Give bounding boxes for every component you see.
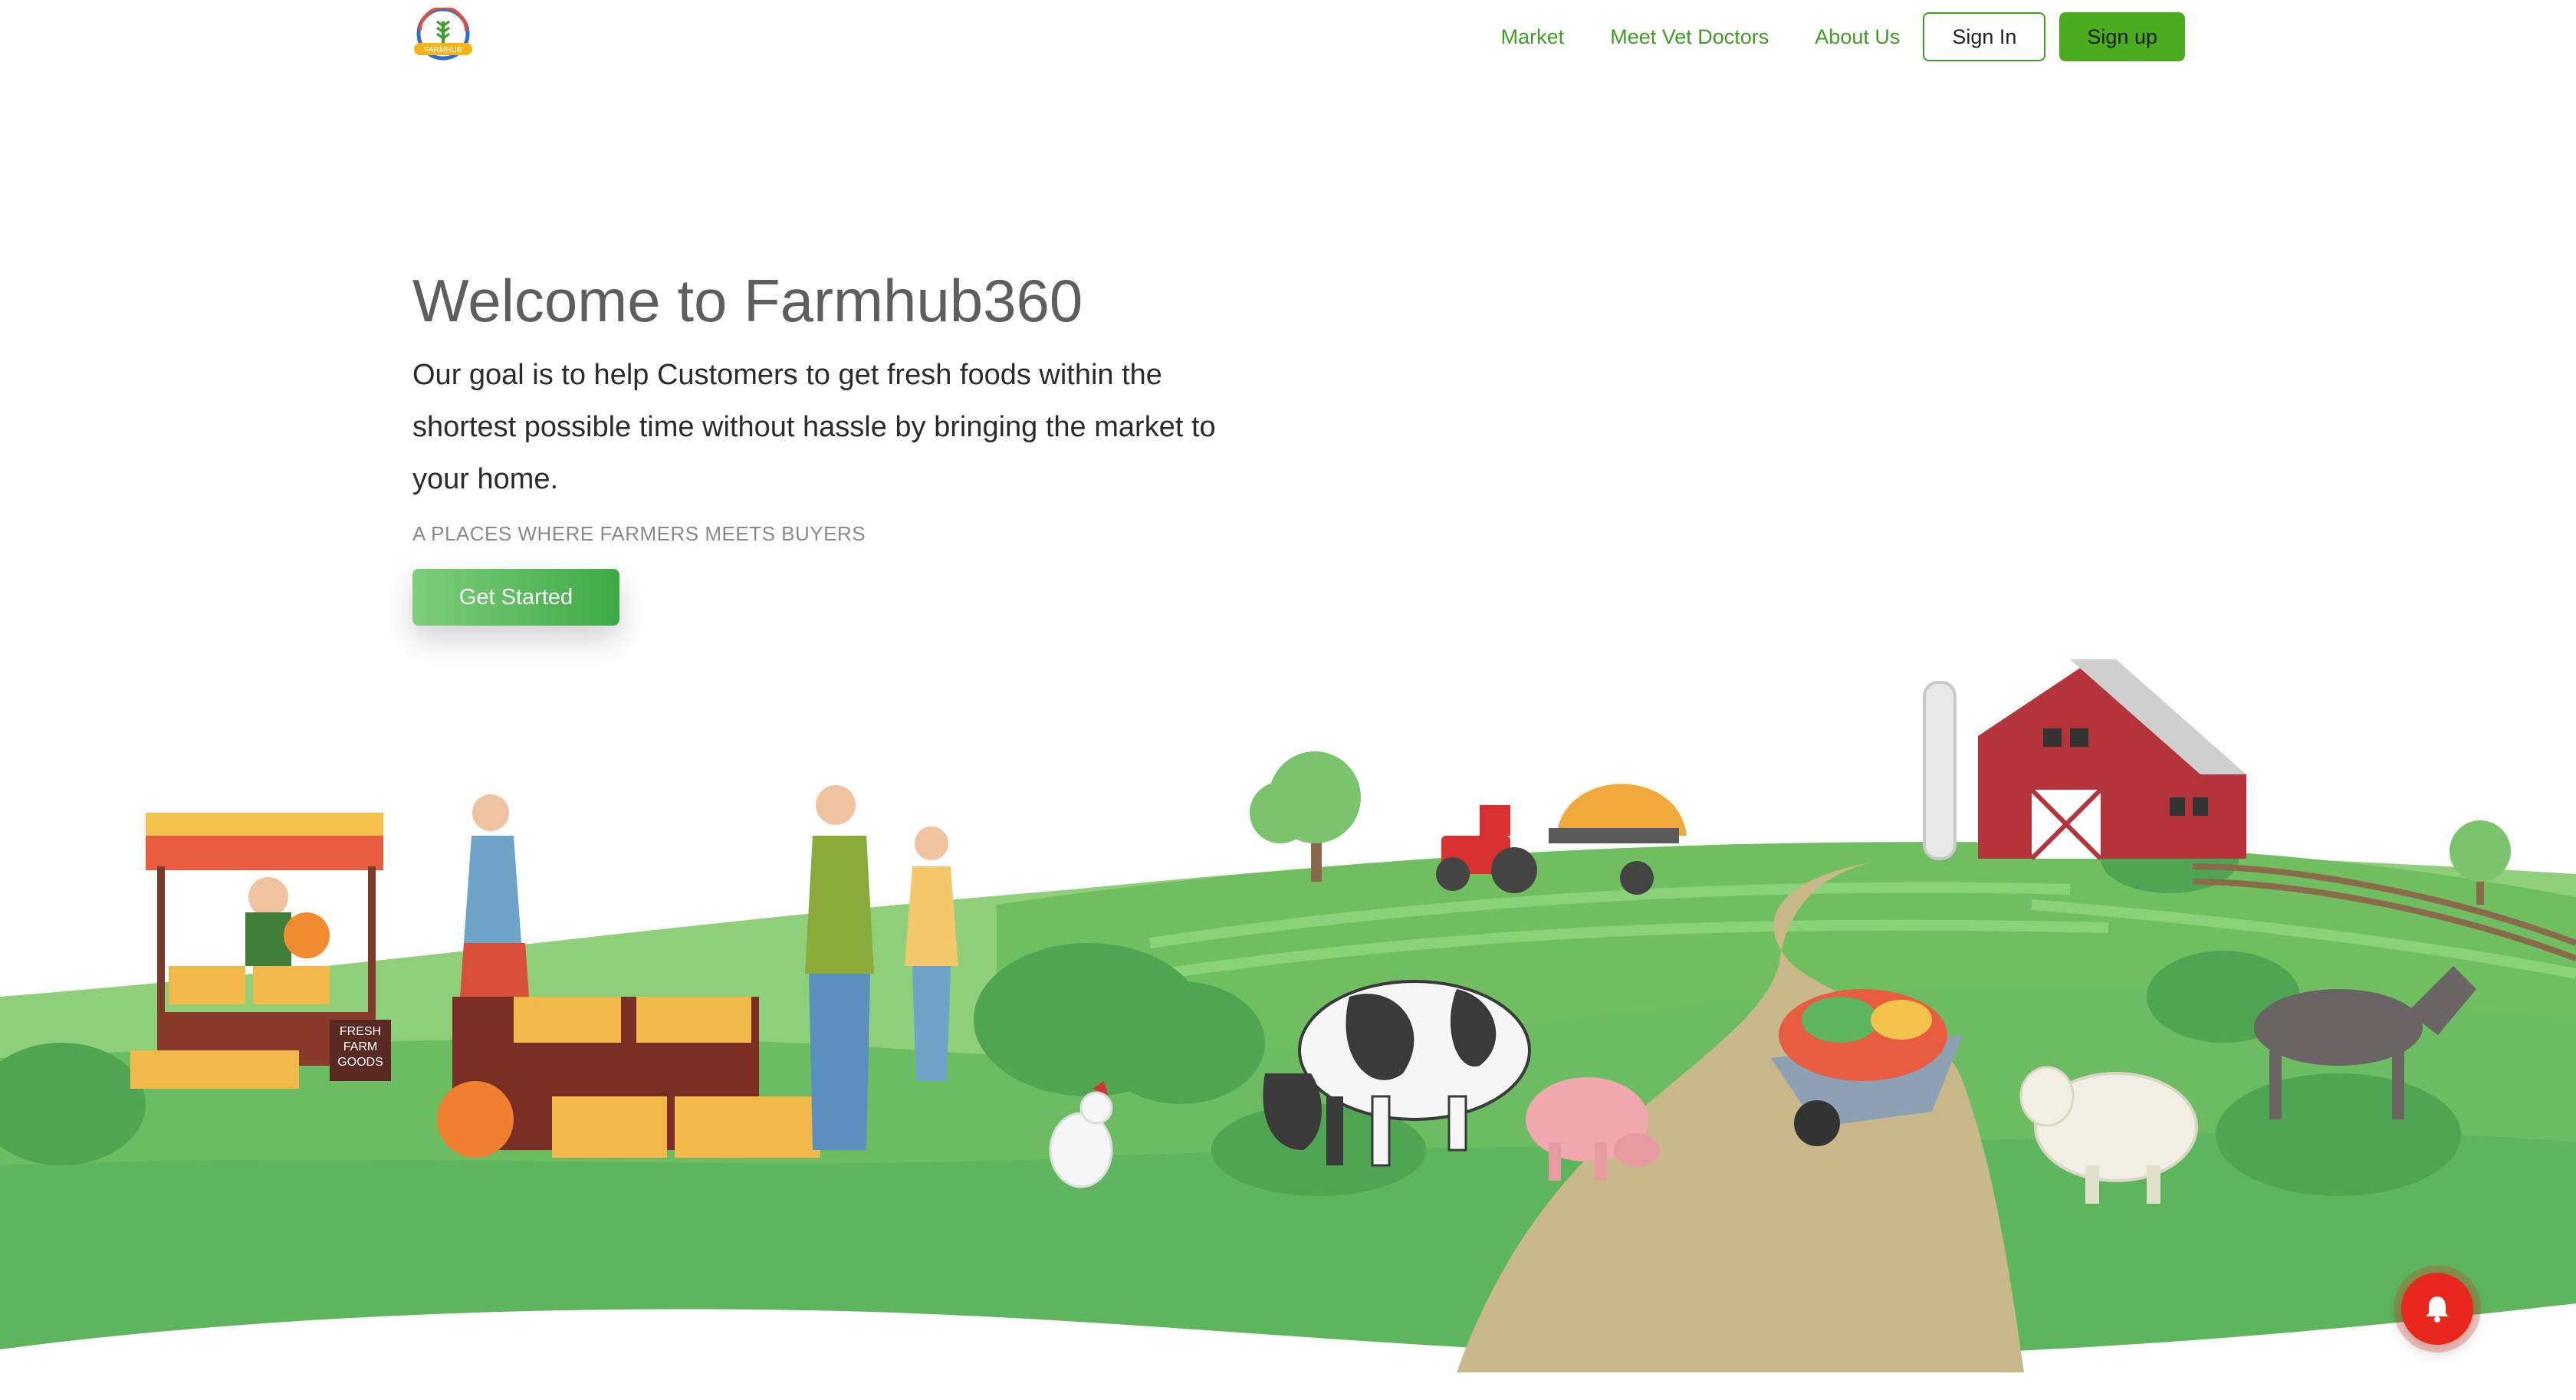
hero-tagline: A PLACES WHERE FARMERS MEETS BUYERS: [412, 522, 866, 545]
wheat-logo-icon: FARMHUB: [414, 6, 472, 61]
brand-logo[interactable]: FARMHUB: [411, 6, 475, 61]
nav-link-market[interactable]: Market: [1501, 25, 1565, 49]
top-nav: Market Meet Vet Doctors About Us Sign In…: [1501, 12, 2185, 61]
stall-sign-line-2: FARM: [343, 1040, 377, 1053]
stall-sign-line-1: FRESH: [340, 1025, 381, 1038]
bell-icon: [2426, 1296, 2449, 1323]
hero-title: Welcome to Farmhub360: [412, 267, 1083, 334]
landing-page: FRESH FARM GOODS FARMHUB Market Meet Vet…: [0, 0, 2576, 1400]
nav-link-about-us[interactable]: About Us: [1815, 25, 1900, 49]
nav-link-meet-vet-doctors[interactable]: Meet Vet Doctors: [1610, 25, 1769, 49]
logo-text: FARMHUB: [425, 46, 462, 54]
notification-button[interactable]: [2401, 1273, 2473, 1345]
sign-up-button[interactable]: Sign up: [2059, 12, 2185, 61]
sign-in-button[interactable]: Sign In: [1923, 12, 2046, 61]
farm-illustration: FRESH FARM GOODS: [0, 659, 2576, 1400]
hero-description: Our goal is to help Customers to get fre…: [412, 359, 1216, 495]
hero-section: Welcome to Farmhub360 Our goal is to hel…: [412, 257, 1332, 626]
get-started-button[interactable]: Get Started: [412, 569, 619, 626]
stall-sign-line-3: GOODS: [337, 1056, 383, 1069]
